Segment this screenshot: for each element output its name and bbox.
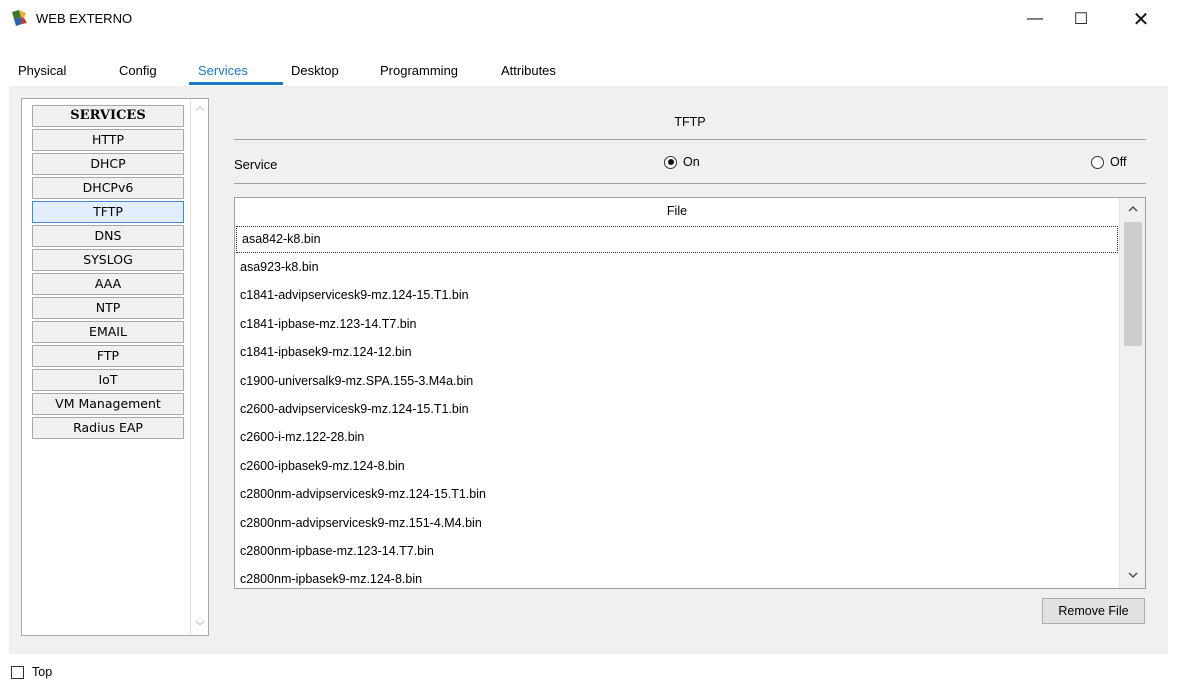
service-on-label: On xyxy=(683,155,700,169)
file-row[interactable]: c1900-universalk9-mz.SPA.155-3.M4a.bin xyxy=(235,367,1119,395)
maximize-button[interactable]: ☐ xyxy=(1058,0,1104,38)
scrollbar-thumb[interactable] xyxy=(1124,222,1142,346)
services-header: SERVICES xyxy=(32,105,184,127)
remove-file-button[interactable]: Remove File xyxy=(1042,598,1145,624)
service-item-aaa[interactable]: AAA xyxy=(32,273,184,295)
service-item-radius-eap[interactable]: Radius EAP xyxy=(32,417,184,439)
file-row[interactable]: asa923-k8.bin xyxy=(235,253,1119,281)
divider xyxy=(234,183,1146,184)
file-list: asa842-k8.bin asa923-k8.bin c1841-advips… xyxy=(235,225,1119,588)
radio-on-indicator[interactable] xyxy=(664,155,677,169)
file-row[interactable]: c1841-ipbasek9-mz.124-12.bin xyxy=(235,338,1119,366)
tab-services[interactable]: Services xyxy=(198,63,248,78)
minimize-button[interactable]: — xyxy=(1012,0,1058,38)
service-off-radio[interactable]: Off xyxy=(1091,155,1126,169)
service-item-http[interactable]: HTTP xyxy=(32,129,184,151)
service-item-dhcpv6[interactable]: DHCPv6 xyxy=(32,177,184,199)
tab-config[interactable]: Config xyxy=(119,63,157,78)
file-row[interactable]: c2600-i-mz.122-28.bin xyxy=(235,423,1119,451)
server-app-icon xyxy=(10,9,30,27)
service-label: Service xyxy=(234,157,278,172)
tab-programming[interactable]: Programming xyxy=(380,63,458,78)
close-button[interactable]: ✕ xyxy=(1118,0,1164,38)
file-row[interactable]: c1841-ipbase-mz.123-14.T7.bin xyxy=(235,310,1119,338)
services-scrollbar[interactable] xyxy=(190,99,208,635)
divider xyxy=(234,139,1146,140)
service-item-iot[interactable]: IoT xyxy=(32,369,184,391)
services-list-panel: SERVICES HTTP DHCP DHCPv6 TFTP DNS SYSLO… xyxy=(21,98,209,636)
file-row[interactable]: c2600-ipbasek9-mz.124-8.bin xyxy=(235,452,1119,480)
service-item-dns[interactable]: DNS xyxy=(32,225,184,247)
chevron-up-icon[interactable] xyxy=(1120,200,1145,220)
tab-physical[interactable]: Physical xyxy=(18,63,66,78)
service-item-ntp[interactable]: NTP xyxy=(32,297,184,319)
services-list: SERVICES HTTP DHCP DHCPv6 TFTP DNS SYSLO… xyxy=(32,105,184,441)
service-item-dhcp[interactable]: DHCP xyxy=(32,153,184,175)
top-checkbox[interactable] xyxy=(11,666,24,679)
title-bar: WEB EXTERNO — ☐ ✕ xyxy=(0,0,1186,38)
tab-bar: Physical Config Services Desktop Program… xyxy=(9,53,585,86)
service-on-radio[interactable]: On xyxy=(664,155,700,169)
file-row[interactable]: c2600-advipservicesk9-mz.124-15.T1.bin xyxy=(235,395,1119,423)
file-row[interactable]: c2800nm-advipservicesk9-mz.151-4.M4.bin xyxy=(235,509,1119,537)
service-off-label: Off xyxy=(1110,155,1127,169)
file-row[interactable]: c2800nm-ipbase-mz.123-14.T7.bin xyxy=(235,537,1119,565)
file-row[interactable]: c2800nm-advipservicesk9-mz.124-15.T1.bin xyxy=(235,480,1119,508)
file-column-header: File xyxy=(666,204,688,218)
chevron-down-icon[interactable] xyxy=(1120,566,1145,586)
chevron-down-icon[interactable] xyxy=(194,619,206,629)
window-title: WEB EXTERNO xyxy=(36,11,133,26)
top-label: Top xyxy=(32,665,53,679)
file-list-scrollbar[interactable] xyxy=(1119,198,1145,588)
service-item-vm-management[interactable]: VM Management xyxy=(32,393,184,415)
active-tab-indicator xyxy=(189,82,283,85)
service-title: TFTP xyxy=(674,115,706,129)
service-item-ftp[interactable]: FTP xyxy=(32,345,184,367)
file-row[interactable]: asa842-k8.bin xyxy=(236,226,1118,253)
file-table: File asa842-k8.bin asa923-k8.bin c1841-a… xyxy=(234,197,1146,589)
radio-off-indicator[interactable] xyxy=(1091,155,1104,169)
tab-desktop[interactable]: Desktop xyxy=(291,63,339,78)
tab-attributes[interactable]: Attributes xyxy=(501,63,556,78)
service-item-tftp[interactable]: TFTP xyxy=(32,201,184,223)
chevron-up-icon[interactable] xyxy=(194,105,206,115)
file-row[interactable]: c1841-advipservicesk9-mz.124-15.T1.bin xyxy=(235,281,1119,309)
service-item-syslog[interactable]: SYSLOG xyxy=(32,249,184,271)
file-row[interactable]: c2800nm-ipbasek9-mz.124-8.bin xyxy=(235,565,1119,588)
service-item-email[interactable]: EMAIL xyxy=(32,321,184,343)
